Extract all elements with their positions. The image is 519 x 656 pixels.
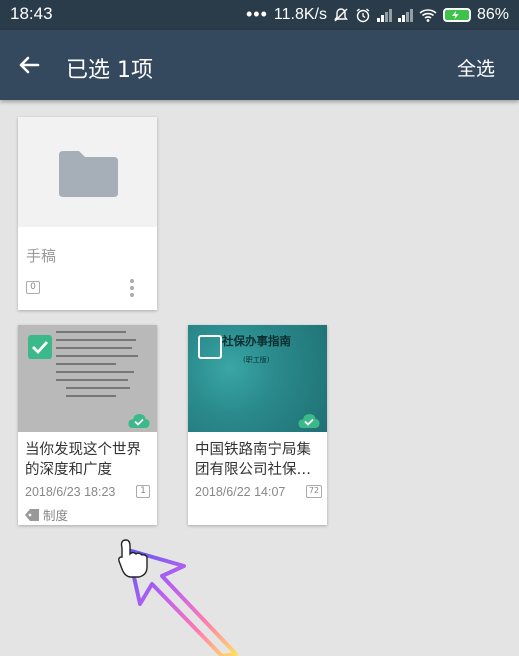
status-bar: 18:43 ••• 11.8K/s 86% bbox=[0, 0, 519, 30]
touch-pointer-icon bbox=[118, 539, 238, 656]
more-dots-icon: ••• bbox=[245, 4, 268, 24]
thumbnail-subheading: (职工版) bbox=[243, 356, 270, 364]
note-title-2: 中国铁路南宁局集团有限公司社保… bbox=[195, 442, 311, 478]
signal-1-icon bbox=[376, 8, 392, 22]
battery-icon bbox=[442, 7, 471, 22]
folder-thumbnail bbox=[18, 117, 157, 227]
note-thumbnail-2: 社保办事指南 (职工版) bbox=[188, 325, 327, 432]
folder-name: 手稿 bbox=[26, 247, 57, 265]
status-icons: ••• 11.8K/s 86% bbox=[246, 4, 509, 25]
note-tag-1[interactable]: 制度 bbox=[25, 505, 68, 524]
network-speed: 11.8K/s bbox=[273, 5, 327, 23]
page-count-badge-2: 72 bbox=[306, 485, 322, 498]
thumbnail-heading: 社保办事指南 bbox=[222, 334, 291, 348]
note-card-2[interactable]: 社保办事指南 (职工版) 中国铁路南宁局集团有限公司社保… 2018/6/22 … bbox=[188, 325, 327, 525]
synced-cloud-icon bbox=[298, 414, 320, 428]
synced-cloud-icon bbox=[128, 414, 150, 428]
wifi-icon bbox=[419, 8, 437, 22]
mute-bell-icon bbox=[334, 7, 348, 21]
folder-card[interactable]: 手稿 0 bbox=[18, 117, 157, 310]
note-date-1: 2018/6/23 18:23 bbox=[25, 485, 116, 499]
unselected-checkbox[interactable] bbox=[198, 335, 222, 359]
note-card-1[interactable]: 当你发现这个世界的深度和广度 2018/6/23 18:23 1 制度 bbox=[18, 325, 157, 525]
selection-title: 已选 1项 bbox=[66, 58, 153, 83]
battery-level: 86% bbox=[476, 5, 509, 23]
alarm-icon bbox=[356, 7, 370, 22]
back-arrow-icon[interactable] bbox=[14, 50, 44, 80]
status-time: 18:43 bbox=[10, 4, 53, 23]
tag-icon bbox=[25, 508, 39, 521]
select-all-button[interactable]: 全选 bbox=[457, 54, 495, 81]
note-thumbnail-1 bbox=[18, 325, 157, 432]
note-title-1: 当你发现这个世界的深度和广度 bbox=[25, 442, 141, 478]
signal-2-icon bbox=[397, 8, 413, 22]
folder-count-badge: 0 bbox=[26, 281, 40, 294]
selected-checkbox[interactable] bbox=[28, 335, 52, 359]
note-date-2: 2018/6/22 14:07 bbox=[195, 485, 286, 499]
folder-icon bbox=[59, 151, 118, 197]
tag-label: 制度 bbox=[43, 508, 69, 523]
more-options-icon[interactable] bbox=[130, 279, 134, 300]
page-count-badge-1: 1 bbox=[136, 485, 150, 498]
app-toolbar: 已选 1项 全选 bbox=[0, 30, 519, 100]
